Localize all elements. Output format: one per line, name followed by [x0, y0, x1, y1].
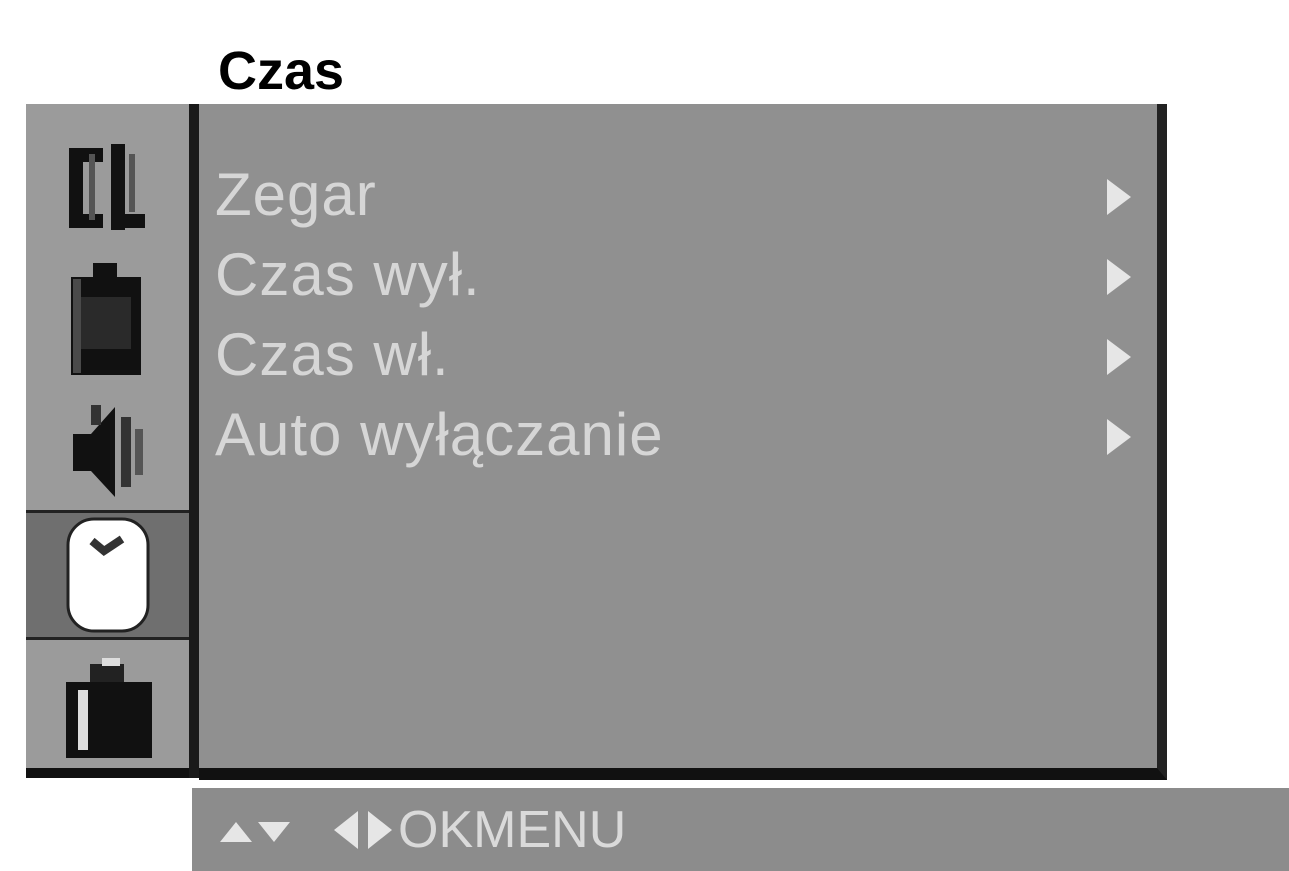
- arrow-right-icon: [1107, 259, 1131, 295]
- hint-ok-label: OK: [398, 800, 474, 859]
- menu-title: Czas: [218, 41, 345, 101]
- time-submenu: Zegar Czas wył. Czas wł. Auto wyłączanie: [215, 155, 1135, 475]
- menu-item-label: Czas wł.: [215, 321, 450, 388]
- sidebar-item-channel[interactable]: [26, 124, 189, 254]
- sidebar-divider: [189, 104, 199, 778]
- up-down-arrows-icon: [220, 821, 290, 842]
- options-icon: [65, 658, 152, 758]
- arrow-right-icon: [1107, 419, 1131, 455]
- picture-icon: [70, 263, 141, 375]
- menu-item-on-time[interactable]: Czas wł.: [215, 315, 1135, 395]
- hint-menu-label: MENU: [473, 800, 627, 859]
- arrow-right-icon: [1107, 339, 1131, 375]
- channel-icon: [68, 144, 145, 230]
- sidebar-item-picture[interactable]: [26, 254, 189, 384]
- menu-item-label: Zegar: [215, 161, 377, 228]
- sidebar-item-sound[interactable]: [26, 384, 189, 514]
- sound-icon: [72, 405, 143, 497]
- menu-category-sidebar: [26, 104, 189, 778]
- arrow-right-icon: [1107, 179, 1131, 215]
- menu-item-label: Auto wyłączanie: [215, 401, 664, 468]
- clock-icon: [66, 517, 149, 632]
- hint-up-down: [214, 810, 298, 850]
- menu-item-auto-off[interactable]: Auto wyłączanie: [215, 395, 1135, 475]
- menu-item-clock[interactable]: Zegar: [215, 155, 1135, 235]
- menu-item-off-time[interactable]: Czas wył.: [215, 235, 1135, 315]
- sidebar-item-time[interactable]: [26, 510, 189, 640]
- left-right-arrows-icon: [334, 810, 392, 849]
- menu-item-label: Czas wył.: [215, 241, 481, 308]
- hint-left-right: [328, 805, 398, 855]
- navigation-hint-bar: OK MENU: [192, 788, 1289, 871]
- sidebar-item-options[interactable]: [26, 644, 189, 774]
